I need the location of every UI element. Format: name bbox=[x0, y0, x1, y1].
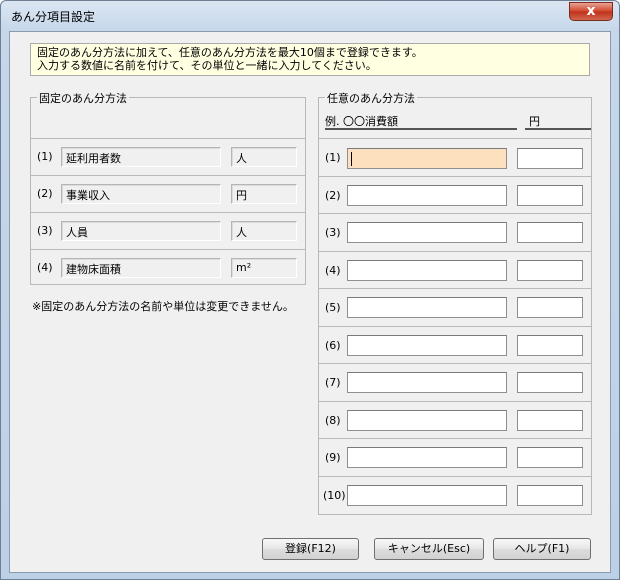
custom-unit-input[interactable] bbox=[517, 185, 583, 206]
text-caret bbox=[351, 152, 352, 166]
custom-row-number: (3) bbox=[325, 226, 341, 239]
custom-row-number: (1) bbox=[325, 151, 341, 164]
fixed-row: (2) 事業収入 円 bbox=[31, 175, 305, 212]
fixed-name-field: 建物床面積 bbox=[61, 258, 221, 278]
custom-name-input[interactable] bbox=[347, 485, 507, 506]
custom-unit-input[interactable] bbox=[517, 485, 583, 506]
custom-row-number: (10) bbox=[323, 489, 346, 502]
fixed-methods-note: ※固定のあん分方法の名前や単位は変更できません。 bbox=[32, 300, 294, 313]
custom-unit-input[interactable] bbox=[517, 410, 583, 431]
fixed-name-field: 事業収入 bbox=[61, 184, 221, 204]
custom-row: (5) bbox=[319, 288, 591, 326]
custom-name-input[interactable] bbox=[347, 410, 507, 431]
custom-row: (3) bbox=[319, 213, 591, 251]
custom-row: (1) bbox=[319, 138, 591, 176]
fixed-row-number: (1) bbox=[37, 150, 53, 163]
fixed-name-field: 人員 bbox=[61, 221, 221, 241]
fixed-methods-group: 固定のあん分方法 (1) 延利用者数 人 (2) 事業収入 円 (3) 人員 人… bbox=[30, 90, 306, 285]
custom-name-input[interactable] bbox=[347, 335, 507, 356]
custom-name-input[interactable] bbox=[347, 222, 507, 243]
custom-row-number: (2) bbox=[325, 189, 341, 202]
custom-name-input[interactable] bbox=[347, 372, 507, 393]
fixed-row: (3) 人員 人 bbox=[31, 212, 305, 249]
custom-row-number: (4) bbox=[325, 264, 341, 277]
custom-name-input[interactable] bbox=[347, 260, 507, 281]
custom-row-number: (9) bbox=[325, 451, 341, 464]
custom-row-number: (7) bbox=[325, 376, 341, 389]
dialog-client-area: 固定のあん分方法に加えて、任意のあん分方法を最大10個まで登録できます。 入力す… bbox=[9, 31, 611, 573]
custom-row-number: (5) bbox=[325, 301, 341, 314]
custom-unit-input[interactable] bbox=[517, 335, 583, 356]
info-line-1: 固定のあん分方法に加えて、任意のあん分方法を最大10個まで登録できます。 bbox=[37, 46, 423, 59]
window-title: あん分項目設定 bbox=[11, 10, 96, 24]
fixed-unit-field: 人 bbox=[231, 147, 297, 167]
custom-unit-input[interactable] bbox=[517, 372, 583, 393]
cancel-button[interactable]: キャンセル(Esc) bbox=[374, 538, 484, 560]
fixed-row-number: (3) bbox=[37, 224, 53, 237]
custom-name-input[interactable] bbox=[347, 185, 507, 206]
close-button[interactable]: x bbox=[569, 2, 613, 21]
custom-unit-input[interactable] bbox=[517, 222, 583, 243]
custom-row: (7) bbox=[319, 363, 591, 401]
title-bar[interactable]: あん分項目設定 x bbox=[1, 1, 619, 31]
example-name-underline bbox=[325, 128, 517, 130]
help-button[interactable]: ヘルプ(F1) bbox=[493, 538, 591, 560]
close-icon: x bbox=[586, 3, 596, 19]
fixed-unit-field: m² bbox=[231, 258, 297, 278]
custom-unit-input[interactable] bbox=[517, 260, 583, 281]
fixed-row: (4) 建物床面積 m² bbox=[31, 249, 305, 285]
custom-row: (4) bbox=[319, 251, 591, 288]
fixed-row: (1) 延利用者数 人 bbox=[31, 138, 305, 175]
custom-row-number: (6) bbox=[325, 339, 341, 352]
custom-name-input[interactable] bbox=[347, 148, 507, 169]
fixed-methods-title: 固定のあん分方法 bbox=[37, 90, 129, 106]
custom-row: (2) bbox=[319, 176, 591, 213]
custom-row-number: (8) bbox=[325, 414, 341, 427]
custom-name-input[interactable] bbox=[347, 297, 507, 318]
custom-unit-input[interactable] bbox=[517, 297, 583, 318]
info-message: 固定のあん分方法に加えて、任意のあん分方法を最大10個まで登録できます。 入力す… bbox=[30, 43, 590, 76]
custom-row: (10) bbox=[319, 476, 591, 515]
example-unit-label: 円 bbox=[529, 115, 540, 128]
custom-unit-input[interactable] bbox=[517, 148, 583, 169]
fixed-unit-field: 人 bbox=[231, 221, 297, 241]
dialog-window: あん分項目設定 x 固定のあん分方法に加えて、任意のあん分方法を最大10個まで登… bbox=[0, 0, 620, 580]
custom-row: (8) bbox=[319, 401, 591, 438]
fixed-row-number: (4) bbox=[37, 261, 53, 274]
custom-methods-title: 任意のあん分方法 bbox=[325, 90, 417, 106]
custom-unit-input[interactable] bbox=[517, 447, 583, 468]
example-name-label: 例. 〇〇消費額 bbox=[325, 115, 398, 128]
custom-methods-group: 任意のあん分方法 例. 〇〇消費額 円 (1) (2) (3) (4) (5) … bbox=[318, 90, 592, 515]
info-line-2: 入力する数値に名前を付けて、その単位と一緒に入力してください。 bbox=[37, 59, 377, 72]
custom-row: (9) bbox=[319, 438, 591, 476]
register-button[interactable]: 登録(F12) bbox=[262, 538, 359, 560]
custom-name-input[interactable] bbox=[347, 447, 507, 468]
example-unit-underline bbox=[525, 128, 591, 130]
fixed-unit-field: 円 bbox=[231, 184, 297, 204]
custom-row: (6) bbox=[319, 326, 591, 363]
fixed-name-field: 延利用者数 bbox=[61, 147, 221, 167]
fixed-row-number: (2) bbox=[37, 187, 53, 200]
